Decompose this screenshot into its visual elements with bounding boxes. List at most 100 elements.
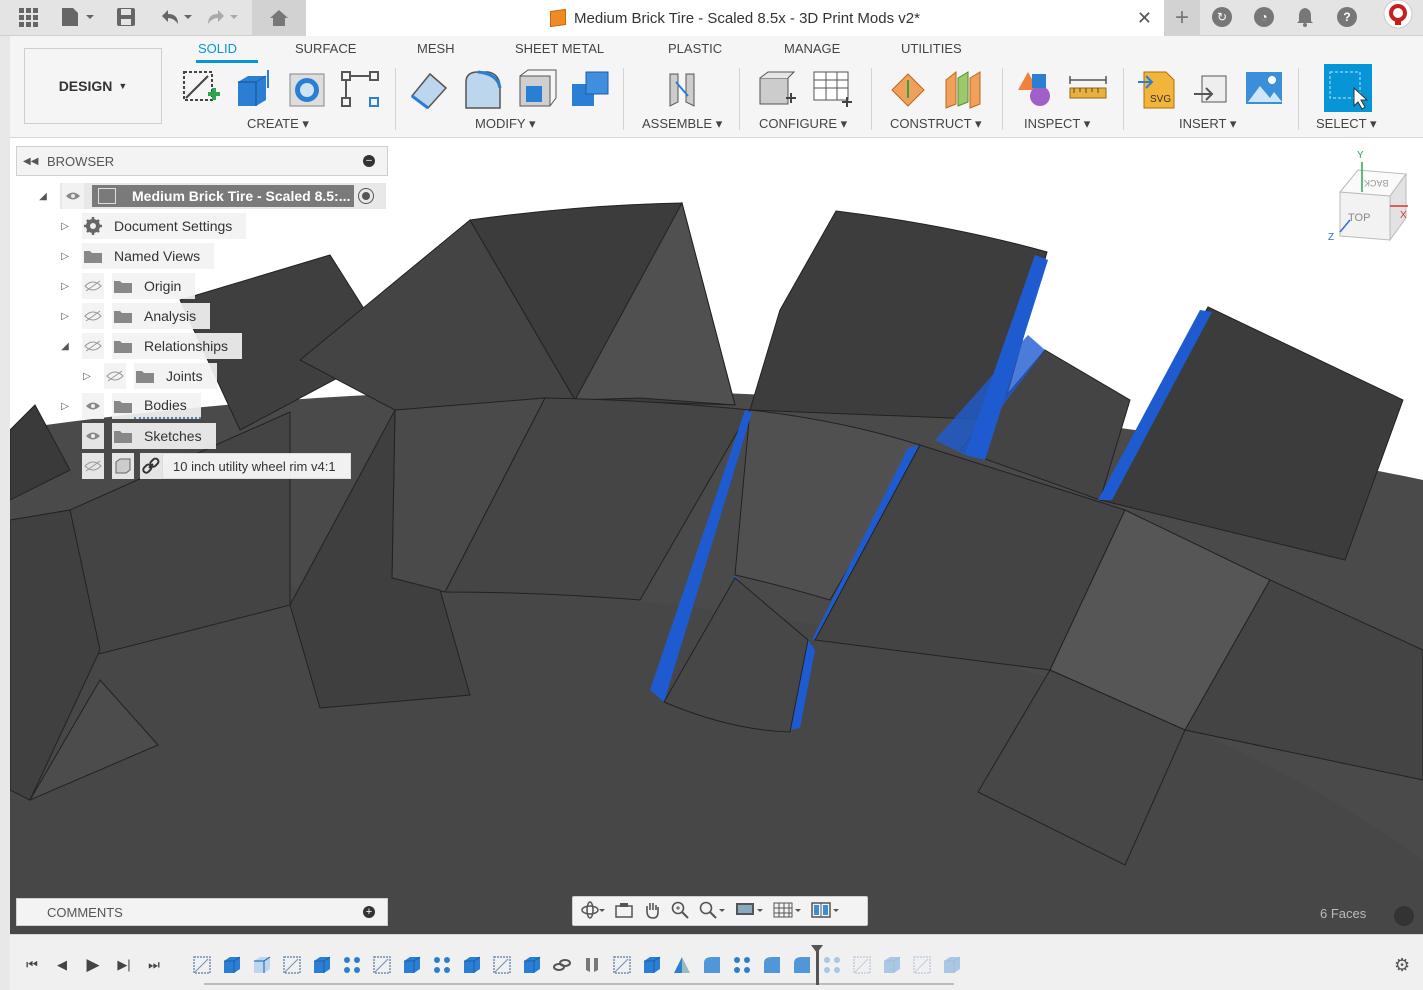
save-icon[interactable] bbox=[116, 6, 136, 28]
hidden-eye-icon[interactable] bbox=[82, 453, 104, 479]
timeline-extrude-icon[interactable] bbox=[402, 955, 422, 975]
user-avatar[interactable] bbox=[1383, 0, 1413, 29]
timeline-fillet-icon[interactable] bbox=[702, 955, 722, 975]
look-at-icon[interactable] bbox=[615, 901, 633, 922]
browser-item-document-settings[interactable]: ▷ Document Settings bbox=[58, 213, 247, 239]
timeline-sketch-icon[interactable] bbox=[282, 955, 302, 975]
file-menu-icon[interactable] bbox=[60, 6, 96, 28]
press-pull-icon[interactable] bbox=[408, 68, 450, 110]
timeline-move-icon[interactable] bbox=[642, 955, 662, 975]
expand-arrow-icon[interactable]: ▷ bbox=[58, 249, 72, 263]
joint-icon[interactable] bbox=[662, 68, 704, 110]
browser-item-analysis[interactable]: ▷ Analysis bbox=[58, 303, 211, 329]
measure-ruler-icon[interactable] bbox=[1068, 68, 1110, 110]
timeline-pattern-icon[interactable] bbox=[432, 955, 452, 975]
timeline-fillet-icon[interactable] bbox=[792, 955, 812, 975]
timeline-sketch-icon[interactable] bbox=[192, 955, 212, 975]
combine-icon[interactable] bbox=[570, 68, 612, 110]
fillet-icon[interactable] bbox=[462, 68, 504, 110]
insert-canvas-icon[interactable] bbox=[1244, 68, 1286, 110]
notifications-bell-icon[interactable] bbox=[1296, 6, 1314, 28]
next-step-icon[interactable]: ▶| bbox=[114, 955, 134, 975]
tire-model[interactable] bbox=[10, 138, 1423, 934]
browser-item-relationships[interactable]: ◢ Relationships bbox=[58, 333, 243, 359]
capture-icon[interactable] bbox=[1394, 906, 1414, 926]
insert-svg-icon[interactable]: SVG bbox=[1136, 68, 1178, 110]
insert-derive-icon[interactable] bbox=[1190, 68, 1232, 110]
browser-item-named-views[interactable]: ▷ Named Views bbox=[58, 243, 215, 269]
hidden-eye-icon[interactable] bbox=[104, 363, 126, 389]
undo-icon[interactable] bbox=[158, 6, 194, 28]
visibility-eye-icon[interactable] bbox=[62, 183, 84, 209]
timeline-split-icon[interactable] bbox=[252, 955, 272, 975]
3d-viewport[interactable]: TOP BACK Y X Z bbox=[10, 138, 1423, 934]
tab-surface[interactable]: SURFACE bbox=[295, 41, 356, 56]
tab-manage[interactable]: MANAGE bbox=[784, 41, 840, 56]
timeline-extrude-icon[interactable] bbox=[312, 955, 332, 975]
play-icon[interactable]: ▶ bbox=[83, 955, 103, 975]
hidden-eye-icon[interactable] bbox=[82, 333, 104, 359]
configure-menu[interactable]: CONFIGURE ▾ bbox=[759, 116, 847, 132]
midplane-icon[interactable] bbox=[942, 68, 984, 110]
expand-arrow-icon[interactable]: ▷ bbox=[58, 309, 72, 323]
activate-radio-icon[interactable] bbox=[358, 188, 374, 204]
timeline-settings-gear-icon[interactable]: ⚙ bbox=[1394, 955, 1410, 976]
collapse-arrow-icon[interactable]: ◢ bbox=[58, 339, 72, 353]
home-tab[interactable] bbox=[252, 0, 306, 36]
last-step-icon[interactable]: ⏭ bbox=[144, 955, 164, 975]
assemble-menu[interactable]: ASSEMBLE ▾ bbox=[642, 116, 722, 132]
tab-utilities[interactable]: UTILITIES bbox=[901, 41, 962, 56]
browser-item-origin[interactable]: ▷ Origin bbox=[58, 273, 196, 299]
visibility-eye-icon[interactable] bbox=[82, 423, 104, 449]
timeline-pattern-icon[interactable] bbox=[732, 955, 752, 975]
timeline-sketch-icon[interactable] bbox=[852, 955, 872, 975]
hidden-eye-icon[interactable] bbox=[82, 303, 104, 329]
configuration-table-icon[interactable] bbox=[812, 68, 854, 110]
document-tab[interactable]: Medium Brick Tire - Scaled 8.5x - 3D Pri… bbox=[306, 0, 1164, 36]
timeline-sketch-icon[interactable] bbox=[372, 955, 392, 975]
extrude-icon[interactable] bbox=[232, 68, 274, 110]
expand-arrow-icon[interactable] bbox=[58, 429, 72, 443]
first-step-icon[interactable]: ⏮ bbox=[22, 955, 42, 975]
new-tab-button[interactable]: + bbox=[1164, 0, 1200, 36]
hidden-eye-icon[interactable] bbox=[82, 273, 104, 299]
create-sketch-icon[interactable] bbox=[180, 68, 222, 110]
timeline-mirror-icon[interactable] bbox=[672, 955, 692, 975]
browser-item-sketches[interactable]: Sketches bbox=[58, 423, 216, 449]
tab-mesh[interactable]: MESH bbox=[417, 41, 455, 56]
grid-settings-icon[interactable] bbox=[773, 901, 801, 922]
timeline-joint-icon[interactable] bbox=[582, 955, 602, 975]
modify-menu[interactable]: MODIFY ▾ bbox=[475, 116, 535, 132]
redo-icon[interactable] bbox=[204, 6, 240, 28]
orbit-icon[interactable] bbox=[581, 900, 605, 922]
display-settings-icon[interactable] bbox=[735, 901, 763, 922]
viewports-icon[interactable] bbox=[811, 901, 839, 922]
timeline-link-icon[interactable] bbox=[552, 955, 572, 975]
timeline-sketch-icon[interactable] bbox=[912, 955, 932, 975]
expand-arrow-icon[interactable] bbox=[58, 459, 72, 473]
view-cube[interactable]: TOP BACK Y X Z bbox=[1320, 150, 1410, 250]
timeline-extrude-icon[interactable] bbox=[882, 955, 902, 975]
tab-plastic[interactable]: PLASTIC bbox=[668, 41, 722, 56]
timeline-sketch-icon[interactable] bbox=[612, 955, 632, 975]
expand-arrow-icon[interactable]: ▷ bbox=[58, 279, 72, 293]
timeline-extrude-icon[interactable] bbox=[522, 955, 542, 975]
previous-step-icon[interactable]: ◀ bbox=[52, 955, 72, 975]
revolve-icon[interactable] bbox=[286, 68, 328, 110]
zoom-window-icon[interactable] bbox=[699, 901, 725, 922]
pattern-icon[interactable] bbox=[340, 68, 382, 110]
timeline-extrude-icon[interactable] bbox=[942, 955, 962, 975]
apps-grid-icon[interactable] bbox=[18, 6, 38, 28]
measure-shapes-icon[interactable] bbox=[1014, 68, 1056, 110]
construct-menu[interactable]: CONSTRUCT ▾ bbox=[890, 116, 982, 132]
shell-icon[interactable] bbox=[516, 68, 558, 110]
tab-sheet-metal[interactable]: SHEET METAL bbox=[515, 41, 604, 56]
insert-menu[interactable]: INSERT ▾ bbox=[1179, 116, 1236, 132]
timeline-extrude-icon[interactable] bbox=[222, 955, 242, 975]
extensions-icon[interactable]: ↻ bbox=[1212, 6, 1232, 28]
tab-solid[interactable]: SOLID bbox=[198, 41, 237, 56]
timeline-sketch-icon[interactable] bbox=[492, 955, 512, 975]
comments-panel[interactable]: COMMENTS + bbox=[16, 898, 388, 926]
configure-component-icon[interactable] bbox=[756, 68, 798, 110]
collapse-arrow-icon[interactable]: ◢ bbox=[36, 189, 50, 203]
